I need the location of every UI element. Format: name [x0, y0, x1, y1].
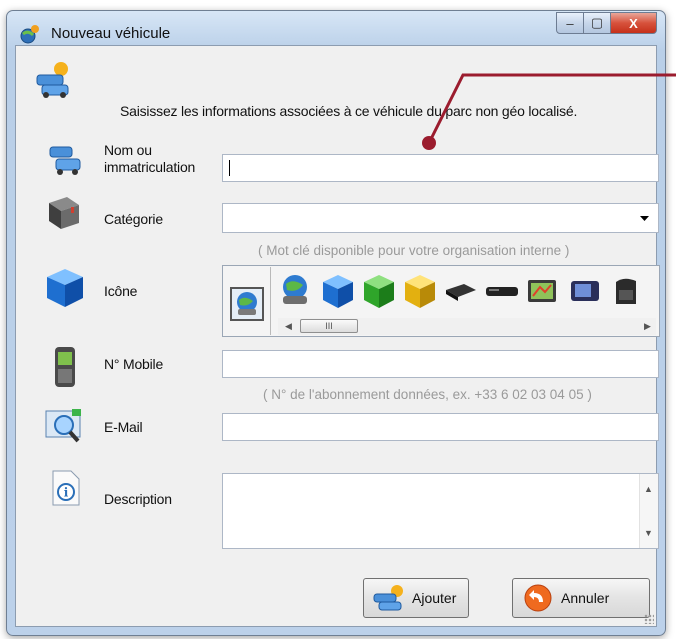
annotation-callout — [422, 73, 676, 150]
callout-line — [427, 73, 676, 144]
callout-dot — [422, 136, 436, 150]
